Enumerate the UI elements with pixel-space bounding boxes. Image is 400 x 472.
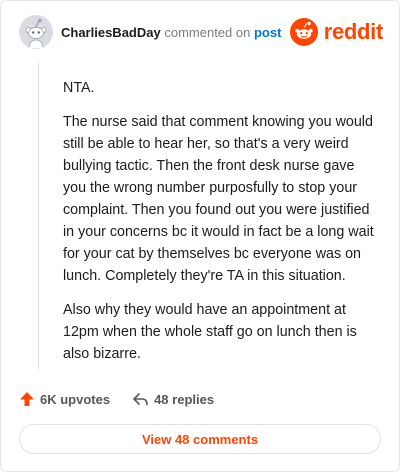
snoo-avatar-icon — [19, 15, 53, 49]
comment-header: CharliesBadDay commented on post reddit — [19, 15, 383, 51]
comment-action-text: commented on — [164, 25, 251, 40]
brand-wordmark: reddit — [323, 19, 384, 44]
post-link[interactable]: post — [254, 25, 281, 40]
upvote-count: 6K upvotes — [40, 391, 111, 407]
comment-body: NTA. The nurse said that comment knowing… — [63, 77, 379, 377]
comment-card: CharliesBadDay commented on post reddit … — [0, 0, 400, 472]
comment-meta: CharliesBadDay commented on post — [61, 25, 281, 40]
reddit-snoo-icon — [289, 18, 318, 46]
comment-paragraph: Also why they would have an appointment … — [63, 302, 357, 362]
comment-actions: 6K upvotes 48 replies — [19, 388, 214, 410]
avatar[interactable] — [19, 15, 53, 49]
replies-button[interactable]: 48 replies — [132, 392, 214, 407]
thread-line — [38, 63, 39, 369]
upvote-arrow-icon — [20, 392, 34, 406]
replies-count: 48 replies — [154, 391, 215, 407]
view-comments-button[interactable]: View 48 comments — [19, 424, 381, 454]
upvote-button[interactable]: 6K upvotes — [19, 391, 110, 407]
comment-author[interactable]: CharliesBadDay — [61, 25, 161, 40]
comment-paragraph: The nurse said that comment knowing you … — [63, 114, 374, 284]
comment-paragraph: NTA. — [63, 80, 95, 96]
reddit-logo[interactable]: reddit — [289, 17, 384, 47]
reply-arrow-icon — [133, 392, 148, 405]
